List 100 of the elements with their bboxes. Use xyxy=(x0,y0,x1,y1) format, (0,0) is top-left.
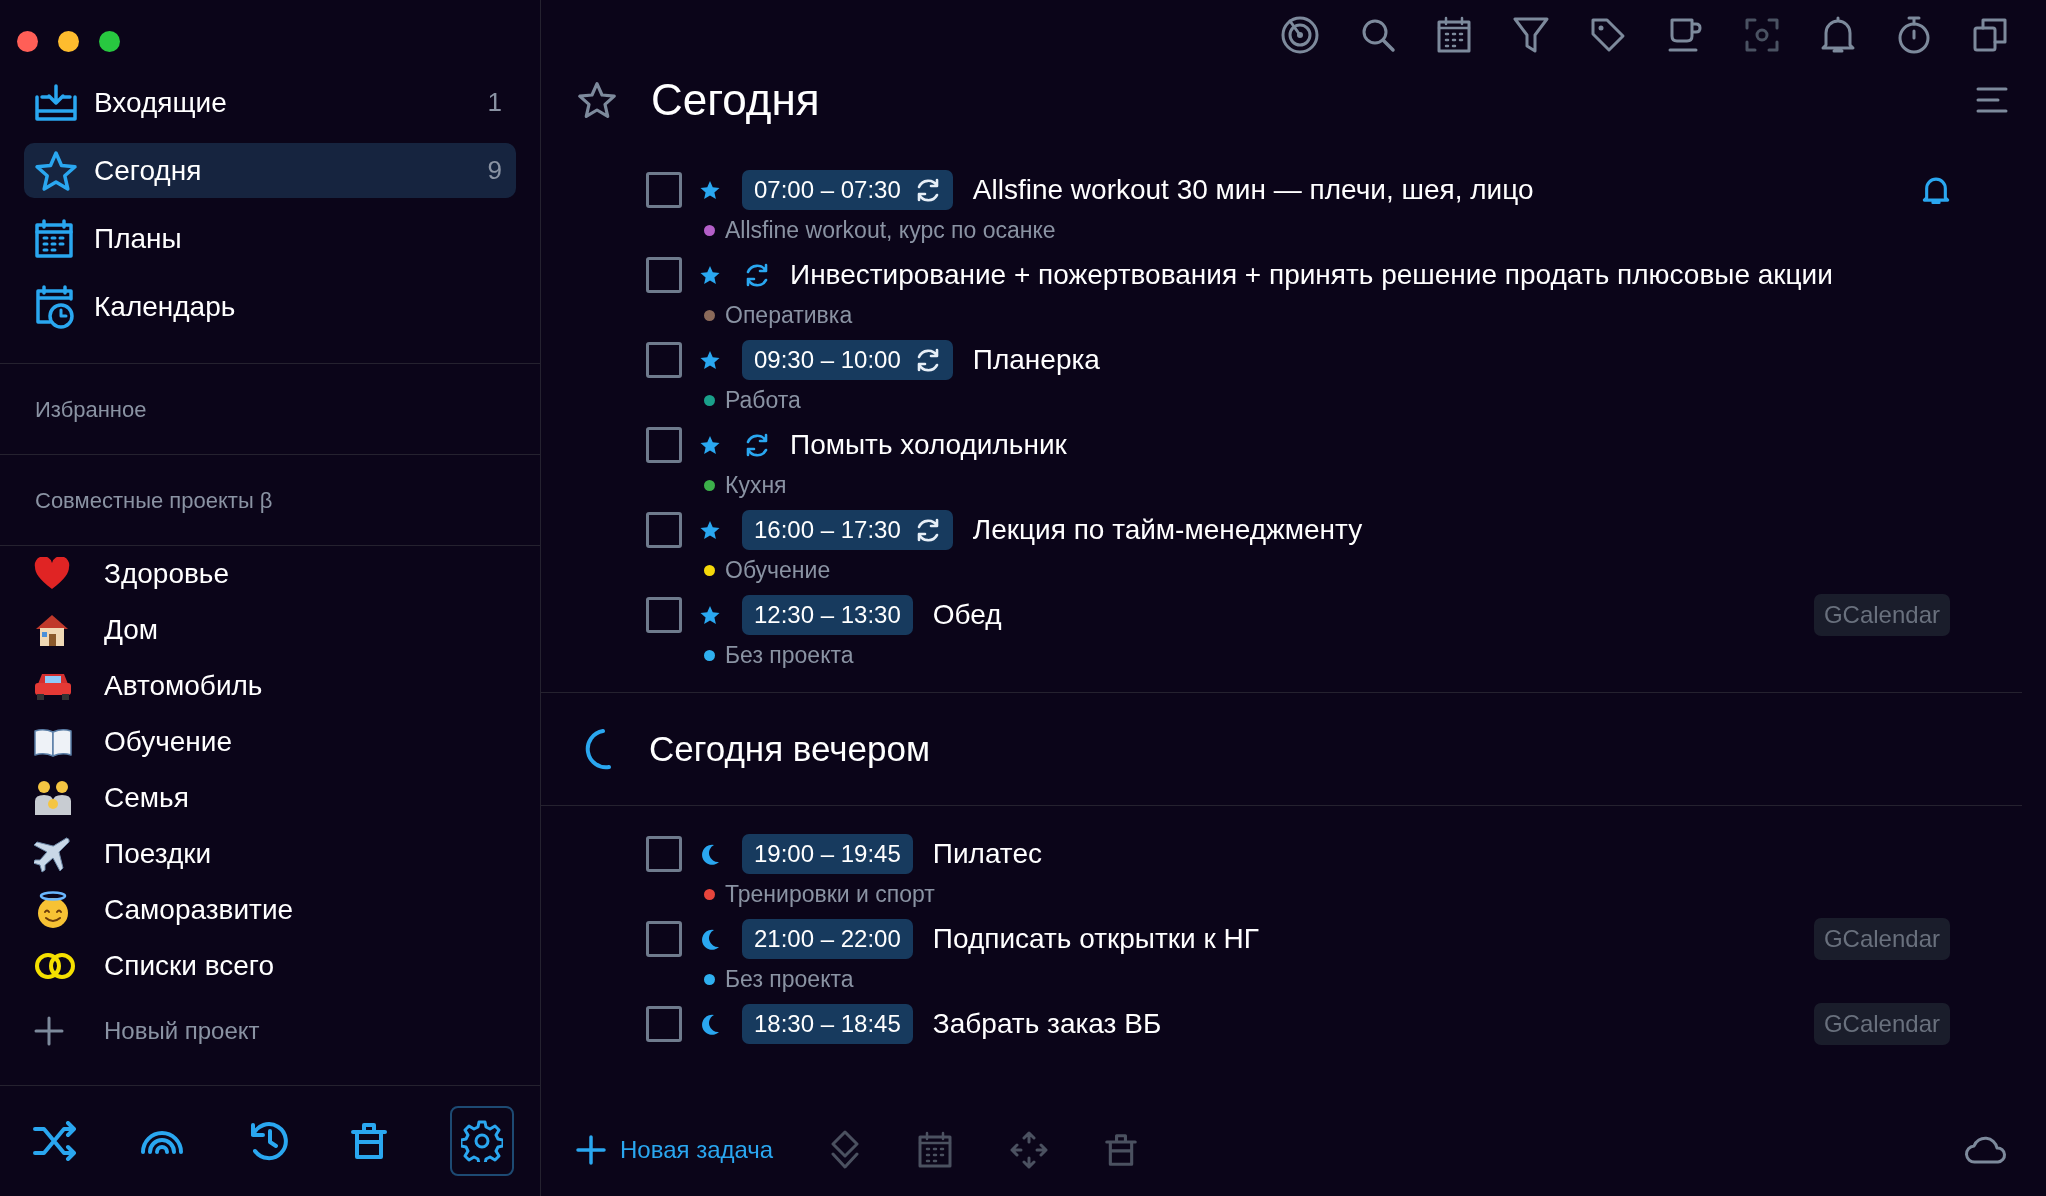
heart-icon xyxy=(34,557,70,591)
bell-icon[interactable] xyxy=(1820,16,1856,54)
source-badge: GCalendar xyxy=(1813,1003,1950,1045)
task-title: Лекция по тайм-менеджменту xyxy=(972,513,1364,547)
copy-icon[interactable] xyxy=(1972,17,2008,53)
project-item[interactable]: Автомобиль xyxy=(34,658,506,714)
sidebar-item-label: Входящие xyxy=(94,85,228,120)
inbox-icon xyxy=(34,82,78,123)
project-label: Оперативка xyxy=(725,300,853,330)
move-arrows-icon[interactable] xyxy=(1009,1130,1050,1170)
task-title: Помыть холодильник xyxy=(790,428,1068,462)
calendar-clock-icon xyxy=(34,283,76,330)
plus-icon xyxy=(34,1016,64,1046)
project-item[interactable]: Списки всего xyxy=(34,938,506,994)
cloud-icon[interactable] xyxy=(1964,1135,2008,1165)
project-item[interactable]: Семья xyxy=(34,770,506,826)
project-label: Allsfine workout, курс по осанке xyxy=(725,215,1056,245)
calendar-icon[interactable] xyxy=(1436,16,1472,54)
section-title: Сегодня вечером xyxy=(649,727,931,770)
section-heading: Избранное xyxy=(35,395,147,424)
time-badge: 21:00 – 22:00 xyxy=(742,919,913,959)
sidebar-item[interactable]: Сегодня 9 xyxy=(24,143,516,198)
project-label: Работа xyxy=(725,385,801,415)
task-checkbox[interactable] xyxy=(646,342,682,378)
zoom-button[interactable] xyxy=(99,31,120,52)
rings-icon xyxy=(34,952,76,980)
task-checkbox[interactable] xyxy=(646,172,682,208)
close-button[interactable] xyxy=(17,31,38,52)
airplane-icon xyxy=(34,835,72,873)
sidebar-item-label: Сегодня xyxy=(94,153,203,188)
section-heading: Совместные проекты β xyxy=(35,486,273,515)
house-icon xyxy=(34,612,70,648)
time-badge: 16:00 – 17:30 xyxy=(742,510,953,550)
source-badge: GCalendar xyxy=(1813,594,1950,636)
star-icon xyxy=(699,349,721,371)
task-checkbox[interactable] xyxy=(646,921,682,957)
star-icon xyxy=(699,519,721,541)
task-checkbox[interactable] xyxy=(646,257,682,293)
trash-icon[interactable] xyxy=(351,1122,388,1160)
calendar-icon[interactable] xyxy=(917,1131,954,1169)
task-checkbox[interactable] xyxy=(646,512,682,548)
task-checkbox[interactable] xyxy=(646,1006,682,1042)
time-badge: 12:30 – 13:30 xyxy=(742,595,913,635)
tag-icon[interactable] xyxy=(1590,17,1626,53)
minimize-button[interactable] xyxy=(58,31,79,52)
moon-icon xyxy=(700,928,720,950)
sidebar-item-label: Планы xyxy=(94,221,183,256)
settings-icon xyxy=(461,1120,503,1162)
star-icon xyxy=(34,149,78,192)
moon-icon xyxy=(700,843,720,865)
radar-icon[interactable] xyxy=(1280,15,1320,55)
page-title: Сегодня xyxy=(651,74,821,126)
settings-button[interactable] xyxy=(450,1106,514,1176)
moon-icon xyxy=(700,1013,720,1035)
project-label: Без проекта xyxy=(725,640,854,670)
project-label: Без проекта xyxy=(725,964,854,994)
task-title: Забрать заказ ВБ xyxy=(932,1007,1163,1041)
task-checkbox[interactable] xyxy=(646,597,682,633)
book-icon xyxy=(34,727,72,757)
time-badge: 19:00 – 19:45 xyxy=(742,834,913,874)
new-project-button[interactable]: Новый проект xyxy=(34,1000,506,1062)
task-title: Обед xyxy=(932,598,1003,632)
project-item[interactable]: Саморазвитие xyxy=(34,882,506,938)
sidebar-item[interactable]: Планы xyxy=(24,211,516,266)
project-item[interactable]: Поездки xyxy=(34,826,506,882)
task-checkbox[interactable] xyxy=(646,427,682,463)
calendar-icon xyxy=(34,218,74,259)
project-label: Тренировки и спорт xyxy=(725,879,935,909)
new-task-button[interactable]: Новая задача xyxy=(576,1132,774,1168)
task-checkbox[interactable] xyxy=(646,836,682,872)
task-title: Allsfine workout 30 мин — плечи, шея, лицо xyxy=(972,173,1535,207)
filter-icon[interactable] xyxy=(1512,16,1550,54)
project-item[interactable]: Дом xyxy=(34,602,506,658)
sidebar-item[interactable]: Календарь xyxy=(24,279,516,334)
source-badge: GCalendar xyxy=(1813,918,1950,960)
cup-icon[interactable] xyxy=(1666,17,1704,53)
shuffle-icon[interactable] xyxy=(33,1121,77,1161)
time-badge: 18:30 – 18:45 xyxy=(742,1004,913,1044)
item-count: 1 xyxy=(487,86,502,119)
star-icon xyxy=(577,80,617,120)
search-icon[interactable] xyxy=(1360,17,1396,53)
time-badge: 07:00 – 07:30 xyxy=(742,170,953,210)
project-label: Кухня xyxy=(725,470,787,500)
plus-icon xyxy=(576,1135,606,1165)
star-icon xyxy=(699,604,721,626)
focus-frame-icon[interactable] xyxy=(1744,17,1780,53)
star-icon xyxy=(699,264,721,286)
family-silhouette-icon xyxy=(34,779,72,817)
task-title: Инвестирование + пожертвования + принять решение продать плюсовые акции xyxy=(790,258,1834,292)
item-count: 9 xyxy=(487,154,502,187)
project-item[interactable]: Здоровье xyxy=(34,546,506,602)
sidebar-item[interactable]: Входящие 1 xyxy=(24,75,516,130)
sidebar-item-label: Календарь xyxy=(94,289,237,324)
star-icon xyxy=(699,179,721,201)
menu-icon[interactable] xyxy=(1976,86,2008,114)
project-item[interactable]: Обучение xyxy=(34,714,506,770)
task-title: Пилатес xyxy=(932,837,1043,871)
stopwatch-icon[interactable] xyxy=(1896,15,1932,55)
time-badge: 09:30 – 10:00 xyxy=(742,340,953,380)
star-icon xyxy=(699,434,721,456)
